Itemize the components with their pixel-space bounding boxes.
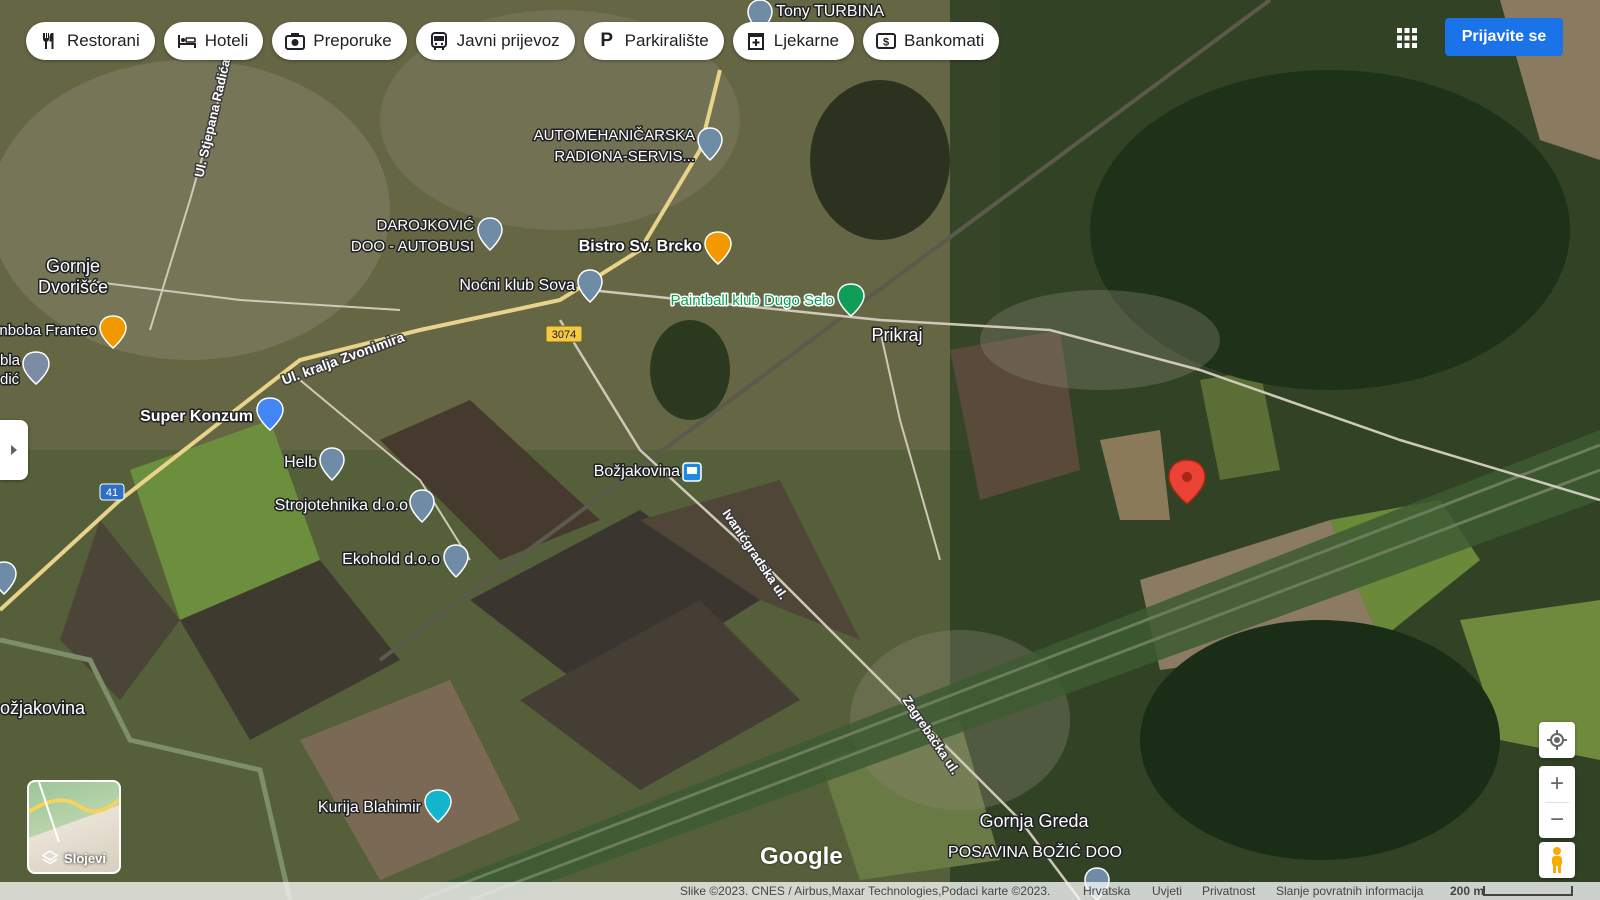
sign-in-button[interactable]: Prijavite se bbox=[1445, 18, 1563, 56]
svg-text:$: $ bbox=[883, 37, 889, 49]
place-label-prikraj: Prikraj bbox=[871, 325, 922, 345]
my-location-icon bbox=[1547, 730, 1567, 750]
chip-pharmacies[interactable]: Ljekarne bbox=[732, 22, 854, 60]
bus-icon bbox=[429, 31, 449, 51]
place-label-bozjakovina: ožjakovina bbox=[0, 698, 86, 718]
terms-link[interactable]: Uvjeti bbox=[1152, 884, 1182, 898]
fork-knife-icon bbox=[39, 31, 59, 51]
zoom-controls: + − bbox=[1539, 766, 1575, 838]
layers-icon bbox=[42, 850, 59, 865]
place-label-paintball[interactable]: Paintball klub Dugo Selo bbox=[669, 291, 835, 311]
chip-label: Javni prijevoz bbox=[456, 31, 560, 50]
chevron-right-icon bbox=[11, 445, 17, 455]
layers-label: Slojevi bbox=[64, 850, 106, 866]
chip-transit[interactable]: Javni prijevoz bbox=[415, 22, 575, 60]
chip-label: Parkiralište bbox=[624, 31, 709, 50]
place-label-darojkovic-2[interactable]: DOO - AUTOBUSI bbox=[349, 237, 475, 257]
country-link[interactable]: Hrvatska bbox=[1083, 884, 1130, 898]
place-label-bola-1[interactable]: bla bbox=[0, 351, 22, 371]
expand-side-panel-button[interactable] bbox=[0, 420, 28, 480]
place-label-helb[interactable]: Helb bbox=[283, 453, 319, 473]
scale-bar bbox=[1483, 886, 1573, 896]
bus-stop-icon[interactable] bbox=[682, 462, 702, 482]
grid-apps-icon[interactable] bbox=[1395, 26, 1419, 50]
chip-hotels[interactable]: Hoteli bbox=[163, 22, 264, 60]
place-label-gornja-greda: Gornja Greda bbox=[979, 811, 1089, 831]
place-label-gornje-2: Dvorišće bbox=[38, 277, 108, 297]
zoom-divider bbox=[1545, 802, 1569, 803]
google-logo: Google bbox=[760, 843, 843, 870]
svg-text:3074: 3074 bbox=[552, 329, 576, 341]
place-label-posavina[interactable]: POSAVINA BOŽIĆ DOO bbox=[947, 841, 1124, 863]
place-label-automeh-1[interactable]: AUTOMEHANIČARSKA bbox=[532, 126, 696, 146]
layers-button[interactable]: Slojevi bbox=[27, 780, 121, 874]
scale-label[interactable]: 200 m bbox=[1450, 884, 1484, 898]
chip-label: Bankomati bbox=[903, 31, 985, 50]
my-location-button[interactable] bbox=[1539, 722, 1575, 758]
street-view-button[interactable] bbox=[1539, 842, 1575, 878]
place-label-bozjakovina-stop[interactable]: Božjakovina bbox=[592, 462, 681, 482]
camera-icon bbox=[285, 31, 306, 51]
chip-restaurants[interactable]: Restorani bbox=[26, 22, 155, 60]
chip-atms[interactable]: $ Bankomati bbox=[862, 22, 1000, 60]
place-label-bistro[interactable]: Bistro Sv. Brcko bbox=[577, 237, 704, 257]
place-label-nocni[interactable]: Noćni klub Sova bbox=[458, 276, 577, 296]
place-label-franteo[interactable]: nboba Franteo bbox=[0, 321, 99, 341]
place-label-darojkovic-1[interactable]: DAROJKOVIĆ bbox=[375, 216, 476, 236]
chip-parking[interactable]: P Parkiralište bbox=[583, 22, 724, 60]
pharmacy-icon bbox=[746, 31, 766, 51]
zoom-in-button[interactable]: + bbox=[1539, 766, 1575, 802]
place-label-tony[interactable]: Tony TURBINA bbox=[775, 2, 887, 22]
parking-icon: P bbox=[600, 30, 614, 51]
chip-label: Restorani bbox=[67, 31, 140, 50]
pegman-icon bbox=[1552, 847, 1562, 873]
place-label-automeh-2[interactable]: RADIONA-SERVIS... bbox=[553, 147, 697, 167]
place-label-kurija[interactable]: Kurija Blahimir bbox=[316, 798, 423, 818]
road-shield-41: 41 bbox=[99, 483, 125, 501]
feedback-link[interactable]: Slanje povratnih informacija bbox=[1276, 884, 1423, 898]
zoom-out-button[interactable]: − bbox=[1539, 802, 1575, 838]
bed-icon bbox=[177, 31, 197, 51]
atm-icon: $ bbox=[875, 31, 896, 51]
chip-recommendations[interactable]: Preporuke bbox=[272, 22, 407, 60]
place-label-gornje-1: Gornje bbox=[46, 256, 100, 276]
satellite-map[interactable]: Ul. Stjepana Radića Ul. kralja Zvonimira… bbox=[0, 0, 1600, 900]
svg-text:41: 41 bbox=[106, 487, 118, 499]
chip-label: Hoteli bbox=[204, 31, 249, 50]
category-chips: Restorani Hoteli Preporuke Javni prijevo… bbox=[26, 22, 1000, 60]
chip-label: Ljekarne bbox=[773, 31, 839, 50]
attribution-text: Slike ©2023. CNES / Airbus,Maxar Technol… bbox=[680, 884, 1051, 898]
privacy-link[interactable]: Privatnost bbox=[1202, 884, 1255, 898]
place-label-strojotehnika[interactable]: Strojotehnika d.o.o bbox=[273, 496, 410, 516]
attribution-bar: Slike ©2023. CNES / Airbus,Maxar Technol… bbox=[0, 882, 1600, 900]
road-shield-3074: 3074 bbox=[545, 325, 583, 343]
chip-label: Preporuke bbox=[313, 31, 392, 50]
place-label-ekohold[interactable]: Ekohold d.o.o bbox=[341, 550, 442, 570]
place-label-bola-2[interactable]: dić bbox=[0, 370, 21, 390]
place-label-super-konzum[interactable]: Super Konzum bbox=[139, 407, 255, 427]
